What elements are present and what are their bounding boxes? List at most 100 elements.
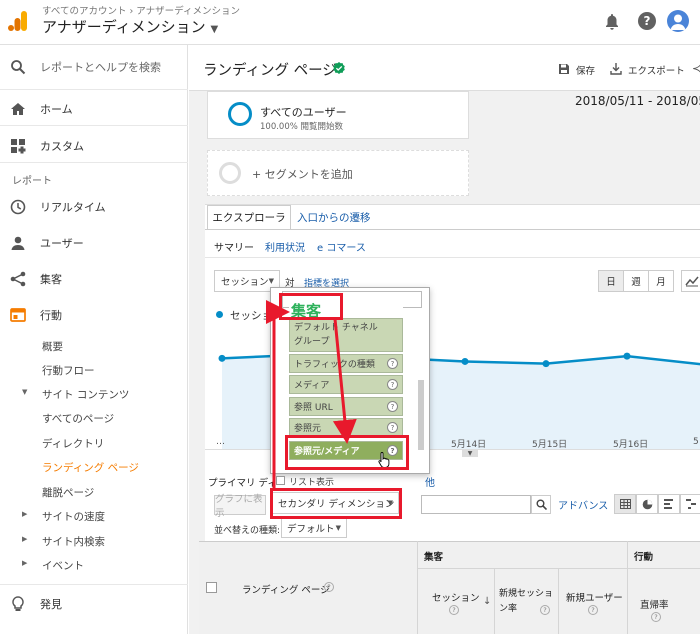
sort-type-select[interactable]: デフォルト ▼ xyxy=(281,518,347,538)
add-segment-button[interactable]: + セグメントを追加 xyxy=(252,166,353,182)
advanced-filter-link[interactable]: アドバンス xyxy=(558,497,608,512)
sidebar-item-landing[interactable]: ランディング ページ xyxy=(42,460,139,475)
chevron-down-icon: ▼ xyxy=(268,277,274,285)
chart-point[interactable] xyxy=(623,352,631,360)
divider xyxy=(0,125,188,126)
plot-rows-button[interactable]: グラフに表示 xyxy=(214,494,266,519)
tab-entrance[interactable]: 入口からの遷移 xyxy=(297,210,371,225)
chart-point[interactable] xyxy=(542,360,550,368)
annotation-arrows xyxy=(266,300,357,488)
subtab-summary[interactable]: サマリー xyxy=(214,239,254,254)
divider xyxy=(0,584,188,585)
x-tick-label: 5月14日 xyxy=(451,440,487,450)
sidebar-item-all-pages[interactable]: すべてのページ xyxy=(42,411,114,426)
sidebar-item-discover[interactable]: 発見 xyxy=(0,592,188,616)
share-icon[interactable]: ≺ xyxy=(692,62,700,75)
sidebar-section-label: レポート xyxy=(12,176,52,187)
sidebar-item-flow[interactable]: 行動フロー xyxy=(42,363,95,378)
verified-check-icon xyxy=(333,62,345,74)
sidebar-item-site-content[interactable]: サイト コンテンツ xyxy=(42,387,129,402)
comparison-view-icon[interactable] xyxy=(680,494,700,514)
sidebar-item-behavior[interactable]: 行動 xyxy=(0,303,188,327)
breadcrumb[interactable]: すべてのアカウント › アナザーディメンション xyxy=(42,3,240,17)
column-header-sessions[interactable]: セッション xyxy=(432,590,480,604)
dropdown-scrollbar[interactable] xyxy=(418,380,424,450)
segment-ring-icon xyxy=(228,102,252,126)
search-icon[interactable] xyxy=(531,495,551,514)
divider xyxy=(627,541,628,634)
table-view-icon[interactable] xyxy=(614,494,636,514)
export-button[interactable]: エクスポート xyxy=(628,63,685,77)
sort-type-value: デフォルト xyxy=(287,524,335,535)
sidebar-item-site-search[interactable]: サイト内検索 xyxy=(42,534,105,549)
sidebar-item-overview[interactable]: 概要 xyxy=(42,339,63,354)
divider xyxy=(0,89,188,90)
tab-explorer[interactable]: エクスプローラ xyxy=(207,205,291,229)
export-icon[interactable] xyxy=(610,62,622,75)
chart-toggle-handle[interactable]: ▼ xyxy=(462,450,478,457)
help-icon[interactable]: ? xyxy=(324,582,334,592)
help-icon[interactable]: ? xyxy=(638,12,656,30)
sidebar-item-acquisition[interactable]: 集客 xyxy=(0,267,188,291)
column-header-landing[interactable]: ランディング ページ xyxy=(242,582,330,596)
sidebar-item-events[interactable]: イベント xyxy=(42,558,84,573)
segment-sub: 100.00% 閲覧開始数 xyxy=(260,122,344,132)
avatar[interactable] xyxy=(667,10,689,32)
sidebar-item-users[interactable]: ユーザー xyxy=(0,231,188,255)
sidebar-search-label: レポートとヘルプを検索 xyxy=(40,61,161,74)
legend-dot xyxy=(216,311,223,318)
chart-point[interactable] xyxy=(461,357,469,365)
top-bar: すべてのアカウント › アナザーディメンション アナザーディメンション ▼ ? xyxy=(0,0,700,45)
primary-dim-link[interactable]: 他 xyxy=(425,474,435,489)
subtab-usage[interactable]: 利用状況 xyxy=(265,239,305,254)
help-icon[interactable]: ? xyxy=(651,612,661,622)
x-tick-label: … xyxy=(216,437,225,447)
help-icon: ? xyxy=(387,379,398,390)
sidebar-item-label: リアルタイム xyxy=(40,201,106,214)
help-icon[interactable]: ? xyxy=(540,605,550,615)
table-search-input[interactable] xyxy=(421,495,531,514)
help-icon: ? xyxy=(387,422,398,433)
date-range-picker[interactable]: 2018/05/11 - 2018/05/ xyxy=(575,94,700,108)
sidebar-item-label: 発見 xyxy=(40,598,62,611)
sort-desc-icon[interactable]: ↓ xyxy=(483,596,491,607)
segment-placeholder-icon xyxy=(219,162,241,184)
sidebar-item-exit[interactable]: 離脱ページ xyxy=(42,485,94,500)
sidebar-item-label: ユーザー xyxy=(40,237,84,250)
column-header-bounce-rate[interactable]: 直帰率 xyxy=(640,597,669,611)
bell-icon[interactable] xyxy=(604,13,620,31)
x-tick-label: 5月16日 xyxy=(613,440,649,450)
subtab-ecommerce[interactable]: e コマース xyxy=(317,239,366,254)
save-button[interactable]: 保存 xyxy=(576,63,595,77)
select-all-checkbox[interactable] xyxy=(206,582,217,593)
line-chart-icon[interactable] xyxy=(681,270,700,292)
chart-point[interactable] xyxy=(218,354,226,362)
save-icon[interactable] xyxy=(558,63,570,75)
chevron-down-icon: ▼ xyxy=(210,24,219,35)
behavior-icon xyxy=(10,308,26,322)
granularity-month[interactable]: 月 xyxy=(648,270,674,292)
granularity-week[interactable]: 週 xyxy=(623,270,649,292)
help-icon[interactable]: ? xyxy=(449,605,459,615)
caret-down-icon: ▼ xyxy=(22,388,28,396)
analytics-logo-icon[interactable] xyxy=(8,10,28,32)
column-header-new-users[interactable]: 新規ユーザー xyxy=(566,590,623,604)
column-group-acquisition: 集客 xyxy=(424,552,444,563)
granularity-day[interactable]: 日 xyxy=(598,270,624,292)
search-icon xyxy=(11,60,26,75)
divider xyxy=(494,568,495,634)
help-icon[interactable]: ? xyxy=(588,605,598,615)
help-icon: ? xyxy=(387,358,398,369)
caret-right-icon: ▶ xyxy=(22,535,28,543)
sidebar-item-speed[interactable]: サイトの速度 xyxy=(42,509,105,524)
sidebar-item-home[interactable]: ホーム xyxy=(0,97,188,121)
sidebar-item-custom[interactable]: カスタム xyxy=(0,134,188,158)
pie-view-icon[interactable] xyxy=(636,494,658,514)
caret-right-icon: ▶ xyxy=(22,510,28,518)
sidebar-item-directory[interactable]: ディレクトリ xyxy=(42,436,104,451)
sidebar-item-realtime[interactable]: リアルタイム xyxy=(0,195,188,219)
segment-name: すべてのユーザー xyxy=(260,106,347,119)
performance-view-icon[interactable] xyxy=(658,494,680,514)
property-selector[interactable]: アナザーディメンション ▼ xyxy=(42,16,218,37)
sidebar-search[interactable]: レポートとヘルプを検索 xyxy=(0,55,188,79)
